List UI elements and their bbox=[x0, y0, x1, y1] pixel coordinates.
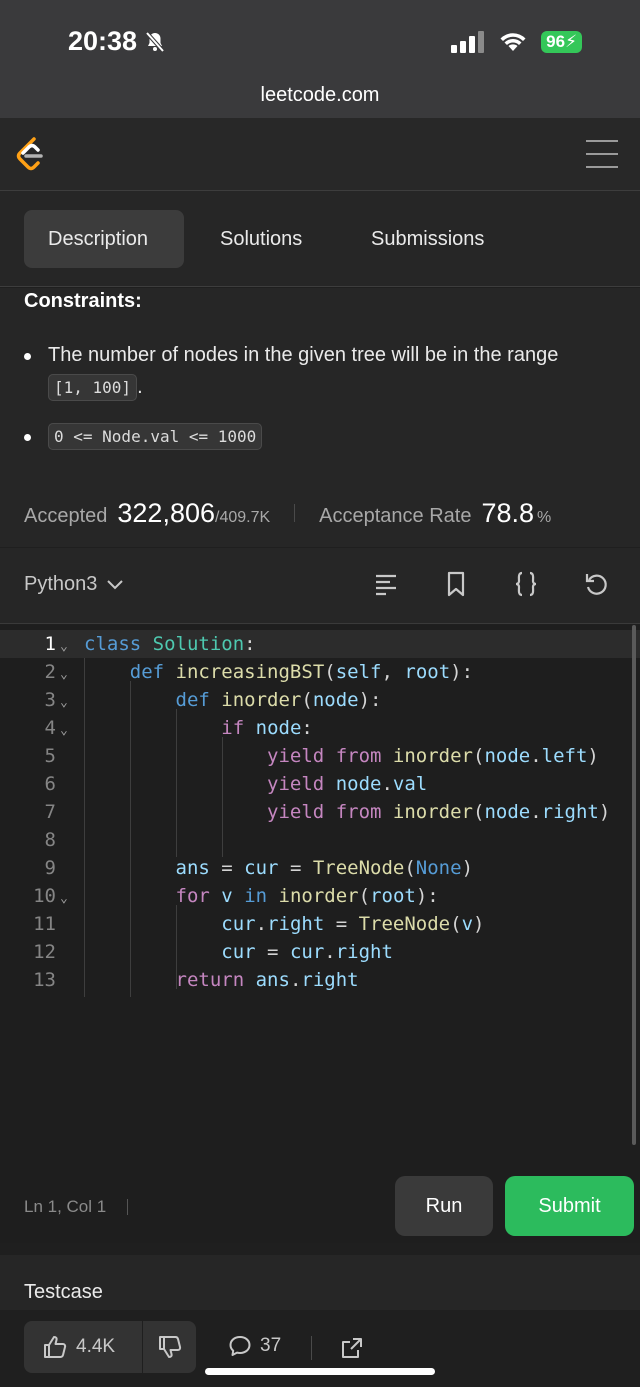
vote-group: 4.4K bbox=[24, 1321, 196, 1373]
code-line[interactable]: 3 ⌄ def inorder(node): bbox=[0, 686, 640, 714]
bottom-bar: 4.4K 37 bbox=[0, 1310, 640, 1387]
leetcode-logo-icon[interactable] bbox=[14, 136, 48, 174]
code-line[interactable]: 7 yield from inorder(node.right) bbox=[0, 798, 640, 826]
testcase-label: Testcase bbox=[24, 1281, 103, 1303]
bullet-dot bbox=[24, 434, 31, 441]
chevron-down-icon bbox=[107, 579, 124, 589]
accepted-label: Accepted bbox=[24, 505, 108, 527]
tab-submissions[interactable]: Submissions bbox=[347, 210, 508, 268]
code-line[interactable]: 9 ans = cur = TreeNode(None) bbox=[0, 854, 640, 882]
code-line[interactable]: 8 bbox=[0, 826, 640, 854]
signal-icon bbox=[451, 31, 485, 53]
run-button[interactable]: Run bbox=[395, 1176, 493, 1236]
braces-icon[interactable] bbox=[512, 570, 540, 598]
share-icon[interactable] bbox=[340, 1336, 364, 1360]
code-line[interactable]: 1 ⌄ class Solution: bbox=[0, 630, 640, 658]
language-label: Python3 bbox=[24, 573, 98, 595]
code-line[interactable]: 11 cur.right = TreeNode(v) bbox=[0, 910, 640, 938]
problem-tabs: Description Solutions Submissions bbox=[0, 191, 640, 287]
menu-icon[interactable] bbox=[586, 140, 618, 168]
accepted-total: /409.7K bbox=[215, 509, 271, 526]
constraint-item: The number of nodes in the given tree wi… bbox=[24, 339, 578, 404]
home-indicator[interactable] bbox=[205, 1368, 435, 1375]
reset-icon[interactable] bbox=[582, 570, 610, 598]
code-line[interactable]: 6 yield node.val bbox=[0, 770, 640, 798]
tab-description[interactable]: Description bbox=[24, 210, 184, 268]
submit-button[interactable]: Submit bbox=[505, 1176, 634, 1236]
constraints-heading: Constraints: bbox=[24, 290, 142, 312]
silent-bell-icon bbox=[145, 31, 165, 52]
acceptance-rate-label: Acceptance Rate bbox=[319, 505, 472, 527]
wifi-icon bbox=[500, 33, 526, 51]
status-bar: 20:38 96⚡ bbox=[0, 0, 640, 80]
battery-indicator: 96⚡ bbox=[541, 31, 582, 53]
code-line[interactable]: 4 ⌄ if node: bbox=[0, 714, 640, 742]
divider bbox=[311, 1336, 312, 1360]
editor-footer: Ln 1, Col 1 Run Submit bbox=[0, 1165, 640, 1243]
thumbs-down-icon bbox=[158, 1336, 181, 1358]
constraint-text: The number of nodes in the given tree wi… bbox=[48, 344, 559, 366]
browser-chrome: 20:38 96⚡ leetcode.com bbox=[0, 0, 640, 118]
format-icon[interactable] bbox=[372, 570, 400, 598]
top-nav bbox=[0, 118, 640, 191]
status-time: 20:38 bbox=[68, 26, 167, 57]
code-line[interactable]: 12 cur = cur.right bbox=[0, 938, 640, 966]
inline-code: [1, 100] bbox=[48, 374, 138, 401]
divider bbox=[127, 1199, 128, 1215]
accepted-value: 322,806 bbox=[117, 498, 215, 528]
url-bar[interactable]: leetcode.com bbox=[0, 84, 640, 107]
comment-icon bbox=[229, 1336, 251, 1356]
bookmark-icon[interactable] bbox=[442, 570, 470, 598]
editor-toolbar: Python3 bbox=[0, 548, 640, 624]
code-line[interactable]: 10 ⌄ for v in inorder(root): bbox=[0, 882, 640, 910]
bullet-dot bbox=[24, 353, 31, 360]
acceptance-rate-unit: % bbox=[537, 509, 552, 526]
cursor-position: Ln 1, Col 1 bbox=[24, 1197, 107, 1216]
tab-solutions[interactable]: Solutions bbox=[196, 210, 326, 268]
dislike-button[interactable] bbox=[143, 1334, 196, 1360]
code-line[interactable]: 5 yield from inorder(node.left) bbox=[0, 742, 640, 770]
time-text: 20:38 bbox=[68, 26, 138, 56]
divider bbox=[294, 504, 296, 522]
constraint-item: 0 <= Node.val <= 1000 bbox=[24, 420, 578, 453]
like-button[interactable]: 4.4K bbox=[24, 1334, 142, 1360]
acceptance-rate-value: 78.8 bbox=[481, 498, 535, 528]
thumbs-up-icon bbox=[44, 1336, 67, 1358]
system-indicators: 96⚡ bbox=[451, 31, 582, 53]
likes-count: 4.4K bbox=[76, 1336, 116, 1357]
code-line[interactable]: 13 return ans.right bbox=[0, 966, 640, 994]
code-line[interactable]: 2 ⌄ def increasingBST(self, root): bbox=[0, 658, 640, 686]
code-editor[interactable]: 1 ⌄ class Solution: 2 ⌄ def increasingBST(s… bbox=[0, 625, 640, 1165]
language-select[interactable]: Python3 bbox=[24, 573, 124, 596]
comments-count: 37 bbox=[260, 1335, 282, 1356]
description-panel: Constraints: The number of nodes in the … bbox=[0, 288, 640, 547]
comments-button[interactable]: 37 bbox=[228, 1334, 281, 1358]
inline-code: 0 <= Node.val <= 1000 bbox=[48, 423, 263, 450]
testcase-panel[interactable]: Testcase bbox=[0, 1255, 640, 1310]
editor-scrollbar[interactable] bbox=[632, 625, 636, 1145]
acceptance-stats: Accepted 322,806 /409.7K Acceptance Rate… bbox=[24, 498, 624, 529]
